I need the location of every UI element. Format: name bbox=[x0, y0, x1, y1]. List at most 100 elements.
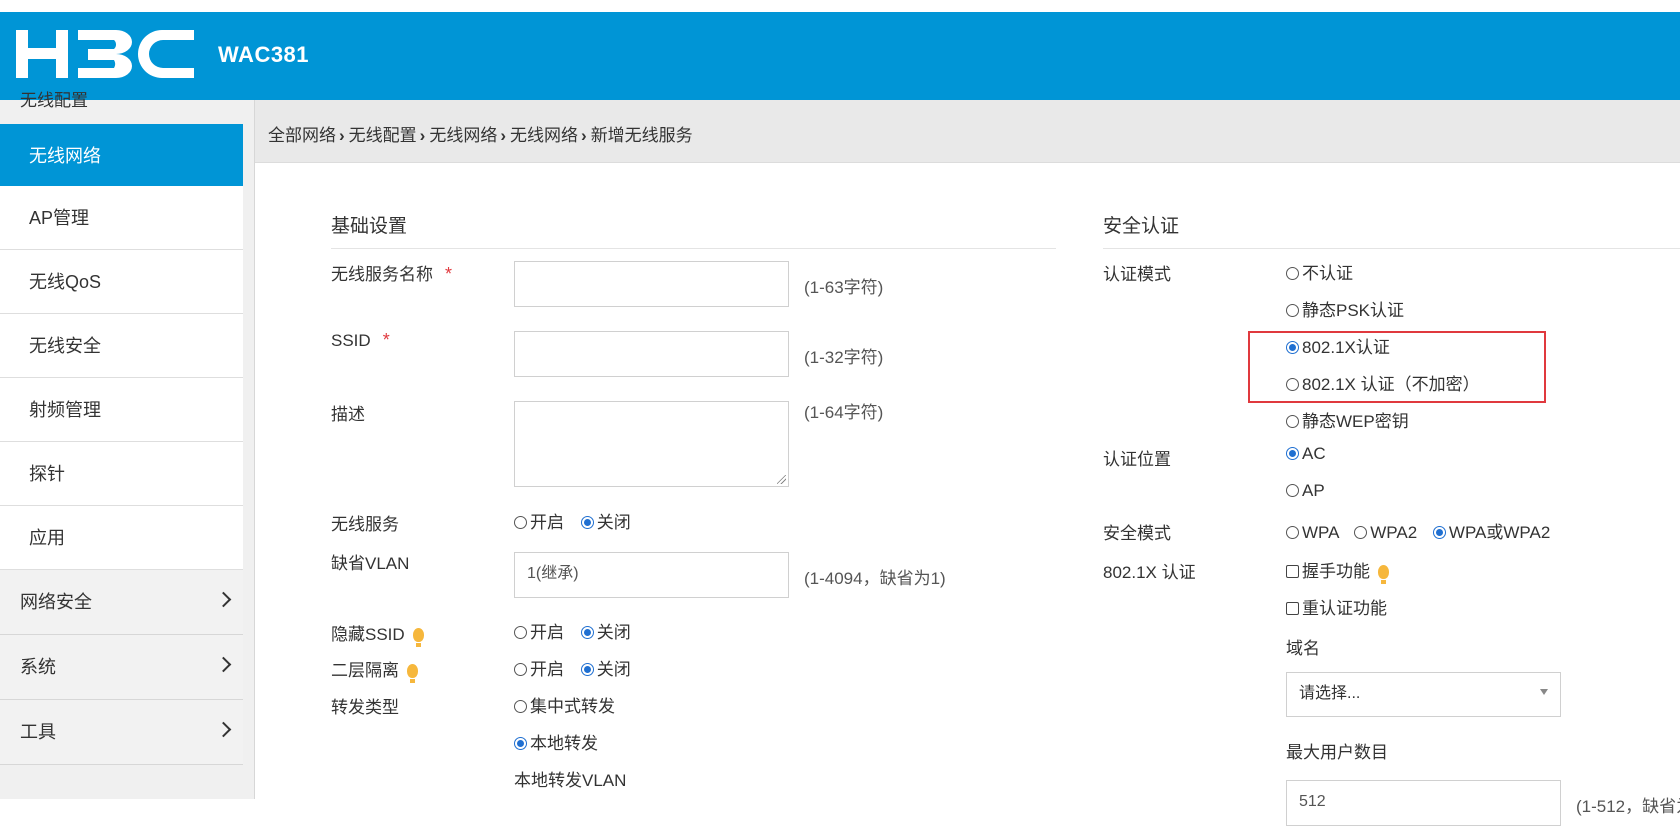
ssid-hint: (1-32字符) bbox=[804, 348, 884, 367]
default-vlan-input[interactable]: 1(继承) bbox=[514, 552, 789, 598]
ssid-label: SSID * bbox=[331, 330, 390, 351]
description-hint: (1-64字符) bbox=[804, 403, 884, 422]
description-label: 描述 bbox=[331, 405, 365, 424]
auth-mode-label: 认证模式 bbox=[1103, 265, 1171, 284]
auth-psk-radio[interactable]: 静态PSK认证 bbox=[1286, 296, 1404, 321]
radio-label: 不认证 bbox=[1302, 264, 1353, 283]
description-textarea[interactable] bbox=[514, 401, 789, 487]
hide-ssid-label-text: 隐藏SSID bbox=[331, 625, 405, 644]
radio-icon bbox=[1286, 415, 1299, 428]
radio-icon bbox=[1286, 484, 1299, 497]
security-auth-title: 安全认证 bbox=[1103, 216, 1180, 237]
domain-select[interactable]: 请选择... bbox=[1286, 672, 1561, 717]
default-vlan-hint: (1-4094，缺省为1) bbox=[804, 569, 946, 588]
security-mode-label: 安全模式 bbox=[1103, 524, 1171, 543]
auth-none-radio[interactable]: 不认证 bbox=[1286, 259, 1353, 284]
sidebar-cut-label: 无线配置 bbox=[20, 91, 88, 110]
sidebar-group-network-security[interactable]: 网络安全 bbox=[0, 570, 243, 635]
resize-handle-icon[interactable] bbox=[777, 475, 786, 484]
wireless-service-off-radio[interactable]: 关闭 bbox=[580, 513, 631, 532]
auth-wep-radio[interactable]: 静态WEP密钥 bbox=[1286, 407, 1409, 432]
max-users-input[interactable]: 512 bbox=[1286, 780, 1561, 826]
service-name-value bbox=[515, 274, 527, 291]
wireless-service-label: 无线服务 bbox=[331, 515, 399, 534]
forward-local-radio[interactable]: 本地转发 bbox=[514, 729, 598, 754]
breadcrumb-item-current: 新增无线服务 bbox=[590, 126, 693, 145]
chevron-right-icon bbox=[215, 721, 232, 738]
dropdown-arrow-icon bbox=[1540, 689, 1548, 695]
sidebar-item-label: 应用 bbox=[29, 528, 65, 548]
radio-icon bbox=[1286, 267, 1299, 280]
sidebar-item-label: 无线安全 bbox=[29, 336, 101, 356]
sidebar-item-wireless-qos[interactable]: 无线QoS bbox=[0, 250, 243, 314]
sidebar-group-system[interactable]: 系统 bbox=[0, 635, 243, 700]
radio-icon bbox=[514, 700, 527, 713]
l2-isolation-off-radio[interactable]: 关闭 bbox=[580, 660, 631, 679]
sidebar-group-label: 系统 bbox=[20, 657, 56, 677]
h3c-logo bbox=[16, 30, 194, 78]
radio-label: 关闭 bbox=[596, 660, 631, 679]
security-mode-wpa2-radio[interactable]: WPA2 bbox=[1354, 523, 1417, 542]
max-users-hint: (1-512，缺省为512) bbox=[1576, 797, 1680, 816]
auth-location-ap-radio[interactable]: AP bbox=[1286, 481, 1325, 501]
radio-icon bbox=[514, 663, 527, 676]
lightbulb-icon[interactable] bbox=[407, 664, 418, 683]
sidebar-item-label: 无线网络 bbox=[29, 146, 101, 166]
radio-checked-icon bbox=[1432, 526, 1446, 539]
handshake-checkbox[interactable]: 握手功能 bbox=[1286, 557, 1389, 584]
reauth-checkbox[interactable]: 重认证功能 bbox=[1286, 594, 1387, 619]
sidebar-item-radio-management[interactable]: 射频管理 bbox=[0, 378, 243, 442]
radio-checked-icon bbox=[580, 626, 594, 639]
hide-ssid-radio-group: 开启 关闭 bbox=[514, 618, 631, 643]
breadcrumb: 全部网络 › 无线配置 › 无线网络 › 无线网络 › 新增无线服务 bbox=[268, 121, 693, 146]
radio-checked-icon bbox=[1286, 447, 1299, 460]
radio-label: 开启 bbox=[530, 623, 564, 642]
domain-select-value: 请选择... bbox=[1299, 685, 1361, 702]
sidebar-group-tools[interactable]: 工具 bbox=[0, 700, 243, 765]
ssid-input[interactable] bbox=[514, 331, 789, 377]
sidebar-item-ap-management[interactable]: AP管理 bbox=[0, 186, 243, 250]
security-mode-wpa-radio[interactable]: WPA bbox=[1286, 523, 1339, 542]
wireless-service-radio-group: 开启 关闭 bbox=[514, 508, 631, 533]
sidebar-group-label: 工具 bbox=[20, 722, 56, 742]
service-name-input[interactable] bbox=[514, 261, 789, 307]
radio-label: AP bbox=[1302, 481, 1325, 500]
service-name-label-text: 无线服务名称 bbox=[331, 265, 433, 284]
chevron-right-icon: › bbox=[419, 126, 426, 145]
breadcrumb-item[interactable]: 无线网络 bbox=[510, 126, 578, 145]
service-name-hint: (1-63字符) bbox=[804, 278, 884, 297]
chevron-right-icon bbox=[215, 591, 232, 608]
radio-icon bbox=[1354, 526, 1368, 539]
max-users-label: 最大用户数目 bbox=[1286, 743, 1388, 762]
hide-ssid-off-radio[interactable]: 关闭 bbox=[580, 623, 631, 642]
radio-icon bbox=[1286, 526, 1299, 539]
sidebar-item-application[interactable]: 应用 bbox=[0, 506, 243, 570]
l2-isolation-on-radio[interactable]: 开启 bbox=[514, 660, 564, 679]
radio-checked-icon bbox=[514, 737, 527, 750]
auth-location-ac-radio[interactable]: AC bbox=[1286, 444, 1326, 464]
breadcrumb-item[interactable]: 全部网络 bbox=[268, 126, 336, 145]
basic-settings-title: 基础设置 bbox=[331, 216, 408, 237]
lightbulb-icon[interactable] bbox=[412, 628, 424, 647]
radio-label: WPA或WPA2 bbox=[1448, 523, 1551, 542]
sidebar-item-probe[interactable]: 探针 bbox=[0, 442, 243, 506]
breadcrumb-item[interactable]: 无线配置 bbox=[349, 126, 417, 145]
sidebar-item-wireless-network[interactable]: 无线网络 bbox=[0, 124, 243, 186]
sidebar-item-wireless-security[interactable]: 无线安全 bbox=[0, 314, 243, 378]
ssid-value bbox=[515, 344, 527, 361]
wireless-service-on-radio[interactable]: 开启 bbox=[514, 513, 564, 532]
radio-icon bbox=[1286, 304, 1299, 317]
radio-label: 集中式转发 bbox=[530, 697, 615, 716]
radio-label: 本地转发 bbox=[530, 734, 598, 753]
breadcrumb-item[interactable]: 无线网络 bbox=[429, 126, 497, 145]
forward-type-label: 转发类型 bbox=[331, 698, 399, 717]
lightbulb-icon[interactable] bbox=[1378, 565, 1389, 584]
dot1x-label: 802.1X 认证 bbox=[1103, 563, 1196, 582]
hide-ssid-on-radio[interactable]: 开启 bbox=[514, 623, 564, 642]
security-mode-wpa-or-wpa2-radio[interactable]: WPA或WPA2 bbox=[1432, 523, 1551, 542]
ssid-label-text: SSID bbox=[331, 331, 371, 350]
forward-central-radio[interactable]: 集中式转发 bbox=[514, 692, 615, 717]
service-name-label: 无线服务名称 * bbox=[331, 260, 452, 285]
radio-label: AC bbox=[1302, 444, 1326, 463]
highlight-box bbox=[1248, 331, 1546, 403]
